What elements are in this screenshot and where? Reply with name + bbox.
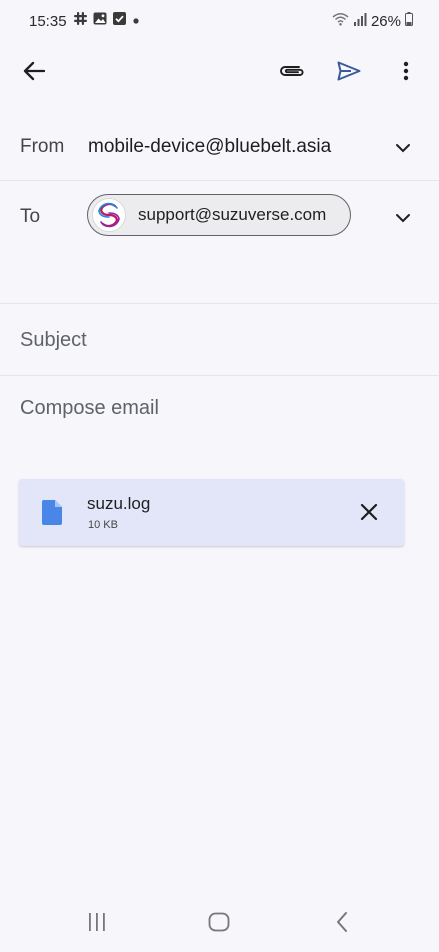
to-label: To (20, 206, 41, 227)
dot-icon (132, 12, 140, 30)
subject-placeholder: Subject (20, 329, 87, 351)
back-button[interactable] (14, 53, 54, 93)
signal-icon (353, 12, 367, 30)
to-chevron-down-icon[interactable] (395, 210, 411, 228)
send-button[interactable] (329, 53, 369, 93)
recipient-chip[interactable]: support@suzuverse.com (87, 194, 351, 236)
attachment-size: 10 KB (88, 519, 118, 531)
attachment-name: suzu.log (87, 494, 151, 513)
from-account[interactable]: mobile-device@bluebelt.asia (88, 136, 331, 158)
status-time: 15:35 (29, 13, 67, 30)
battery-text: 26% (370, 12, 401, 30)
more-vert-icon (403, 61, 409, 86)
checkbox-icon (113, 12, 126, 30)
status-bar: 15:35 26% (0, 0, 439, 44)
home-icon[interactable] (208, 912, 230, 937)
back-arrow-icon (23, 61, 46, 86)
avatar (92, 198, 126, 232)
send-icon (337, 61, 361, 86)
attachment-card[interactable]: suzu.log 10 KB (19, 479, 404, 546)
attach-button[interactable] (272, 53, 312, 93)
more-options-button[interactable] (386, 53, 426, 93)
app-bar (0, 44, 439, 104)
from-chevron-down-icon[interactable] (395, 140, 411, 158)
slack-icon (74, 12, 87, 30)
file-icon (42, 500, 62, 530)
suzuverse-logo-icon (98, 202, 120, 228)
image-icon (93, 12, 107, 30)
from-row[interactable]: From mobile-device@bluebelt.asia (0, 113, 439, 180)
wifi-icon (332, 12, 349, 30)
system-icons: 26% (332, 12, 413, 30)
subject-field[interactable]: Subject (0, 304, 439, 375)
navigation-bar (0, 896, 439, 952)
recents-icon[interactable] (87, 913, 107, 936)
paperclip-icon (279, 64, 305, 83)
from-label: From (20, 136, 65, 157)
notification-icons (74, 12, 140, 30)
body-field[interactable]: Compose email (0, 376, 439, 466)
close-icon[interactable] (360, 503, 378, 526)
recipient-email: support@suzuverse.com (138, 205, 327, 224)
battery-icon (405, 12, 413, 30)
body-placeholder: Compose email (20, 397, 159, 419)
back-icon[interactable] (335, 911, 349, 938)
